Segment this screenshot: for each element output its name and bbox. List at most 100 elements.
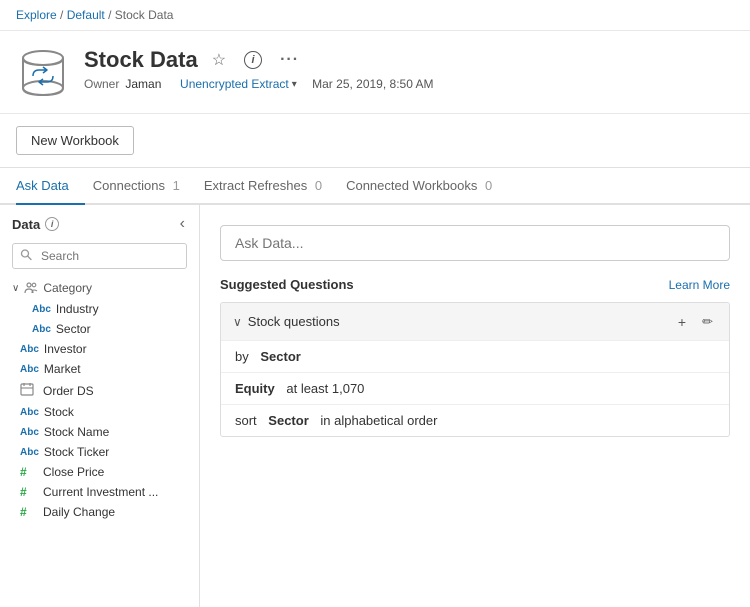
people-icon — [23, 280, 39, 296]
group-chevron-icon: ∨ — [233, 315, 242, 329]
suggested-questions-section: Suggested Questions Learn More ∨ Stock q… — [220, 277, 730, 437]
connected-workbooks-count: 0 — [485, 178, 492, 193]
breadcrumb-sep-2: / — [108, 8, 111, 22]
tab-connections[interactable]: Connections 1 — [93, 168, 196, 205]
breadcrumb-default[interactable]: Default — [67, 8, 105, 22]
field-name: Stock Ticker — [44, 445, 109, 459]
group-label: Stock questions — [248, 314, 340, 329]
list-item[interactable]: Abc Industry — [0, 299, 199, 319]
category-item[interactable]: ∨ Category — [0, 277, 199, 299]
field-type-icon: Abc — [20, 427, 39, 438]
question-prefix: by — [235, 349, 249, 364]
breadcrumb-explore[interactable]: Explore — [16, 8, 57, 22]
plus-icon: + — [678, 314, 686, 330]
list-item[interactable]: Abc Stock Name — [0, 422, 199, 442]
learn-more-link[interactable]: Learn More — [669, 278, 730, 292]
header-title-row: Stock Data ☆ i ··· — [84, 47, 734, 73]
tab-ask-data[interactable]: Ask Data — [16, 168, 85, 205]
field-name: Industry — [56, 302, 99, 316]
field-type-icon — [20, 382, 38, 399]
info-circle-icon: i — [244, 51, 262, 69]
add-question-button[interactable]: + — [674, 312, 690, 332]
breadcrumb-current: Stock Data — [115, 8, 174, 22]
breadcrumb: Explore / Default / Stock Data — [0, 0, 750, 31]
category-chevron-icon: ∨ — [12, 283, 19, 294]
info-button[interactable]: i — [240, 49, 266, 71]
extract-label: Unencrypted Extract — [180, 77, 289, 91]
field-name: Order DS — [43, 384, 94, 398]
page-title: Stock Data — [84, 47, 198, 73]
owner-label: Owner — [84, 77, 119, 91]
more-icon: ··· — [280, 51, 299, 69]
field-type-icon: Abc — [32, 304, 51, 315]
questions-group: ∨ Stock questions + ✏ by Sector — [220, 302, 730, 437]
list-item[interactable]: # Current Investment ... — [0, 482, 199, 502]
star-button[interactable]: ☆ — [208, 48, 230, 72]
header-info: Stock Data ☆ i ··· Owner Jaman Unencrypt… — [84, 47, 734, 91]
field-list: ∨ Category Abc Industry Abc Sect — [0, 277, 199, 607]
question-suffix: at least 1,070 — [286, 381, 364, 396]
tab-extract-refreshes[interactable]: Extract Refreshes 0 — [204, 168, 338, 205]
new-workbook-button[interactable]: New Workbook — [16, 126, 134, 155]
tab-connected-workbooks[interactable]: Connected Workbooks 0 — [346, 168, 508, 205]
list-item[interactable]: Abc Market — [0, 359, 199, 379]
field-name: Sector — [56, 322, 91, 336]
list-item[interactable]: Abc Stock — [0, 402, 199, 422]
field-type-icon: Abc — [32, 324, 51, 335]
collapse-panel-button[interactable]: ‹ — [178, 215, 187, 233]
field-name: Stock — [44, 405, 74, 419]
page-header: Stock Data ☆ i ··· Owner Jaman Unencrypt… — [0, 31, 750, 114]
question-item[interactable]: by Sector — [221, 340, 729, 372]
list-item[interactable]: # Daily Change — [0, 502, 199, 522]
questions-group-header[interactable]: ∨ Stock questions + ✏ — [221, 303, 729, 340]
action-bar: New Workbook — [0, 114, 750, 168]
list-item[interactable]: Abc Sector — [0, 319, 199, 339]
field-type-icon: # — [20, 485, 38, 499]
field-name: Stock Name — [44, 425, 109, 439]
more-button[interactable]: ··· — [276, 49, 303, 71]
question-bold-word: Sector — [268, 413, 308, 428]
field-type-icon: Abc — [20, 407, 39, 418]
extract-refreshes-count: 0 — [315, 178, 322, 193]
edit-icon: ✏ — [702, 314, 713, 329]
list-item[interactable]: Order DS — [0, 379, 199, 402]
question-bold-word: Equity — [235, 381, 275, 396]
left-panel-header: Data i ‹ — [0, 205, 199, 239]
right-panel: Suggested Questions Learn More ∨ Stock q… — [200, 205, 750, 607]
question-prefix: sort — [235, 413, 257, 428]
data-info-icon[interactable]: i — [45, 217, 59, 231]
connections-count: 1 — [173, 178, 180, 193]
breadcrumb-sep-1: / — [60, 8, 63, 22]
tabs-bar: Ask Data Connections 1 Extract Refreshes… — [0, 168, 750, 205]
edit-group-button[interactable]: ✏ — [698, 311, 717, 332]
extract-link[interactable]: Unencrypted Extract ▾ — [180, 77, 297, 91]
field-type-icon: Abc — [20, 447, 39, 458]
ask-data-input[interactable] — [220, 225, 730, 261]
header-meta: Owner Jaman Unencrypted Extract ▾ Mar 25… — [84, 77, 734, 91]
category-label: Category — [43, 281, 92, 295]
list-item[interactable]: # Close Price — [0, 462, 199, 482]
field-type-icon: Abc — [20, 364, 39, 375]
question-item[interactable]: sort Sector in alphabetical order — [221, 404, 729, 436]
field-name: Current Investment ... — [43, 485, 158, 499]
star-icon: ☆ — [212, 50, 226, 70]
questions-group-title-area: ∨ Stock questions — [233, 314, 340, 329]
data-panel-title: Data — [12, 217, 40, 232]
question-item[interactable]: Equity at least 1,070 — [221, 372, 729, 404]
search-box — [12, 243, 187, 269]
question-bold-word: Sector — [260, 349, 300, 364]
list-item[interactable]: Abc Investor — [0, 339, 199, 359]
header-date: Mar 25, 2019, 8:50 AM — [312, 77, 433, 91]
list-item[interactable]: Abc Stock Ticker — [0, 442, 199, 462]
search-input[interactable] — [12, 243, 187, 269]
datasource-icon — [16, 47, 70, 101]
questions-group-actions: + ✏ — [674, 311, 717, 332]
dropdown-arrow-icon: ▾ — [292, 79, 297, 90]
field-name: Daily Change — [43, 505, 115, 519]
question-suffix: in alphabetical order — [320, 413, 437, 428]
suggested-questions-header: Suggested Questions Learn More — [220, 277, 730, 292]
owner-name: Jaman — [125, 77, 161, 91]
field-name: Market — [44, 362, 81, 376]
field-name: Close Price — [43, 465, 104, 479]
suggested-title: Suggested Questions — [220, 277, 354, 292]
